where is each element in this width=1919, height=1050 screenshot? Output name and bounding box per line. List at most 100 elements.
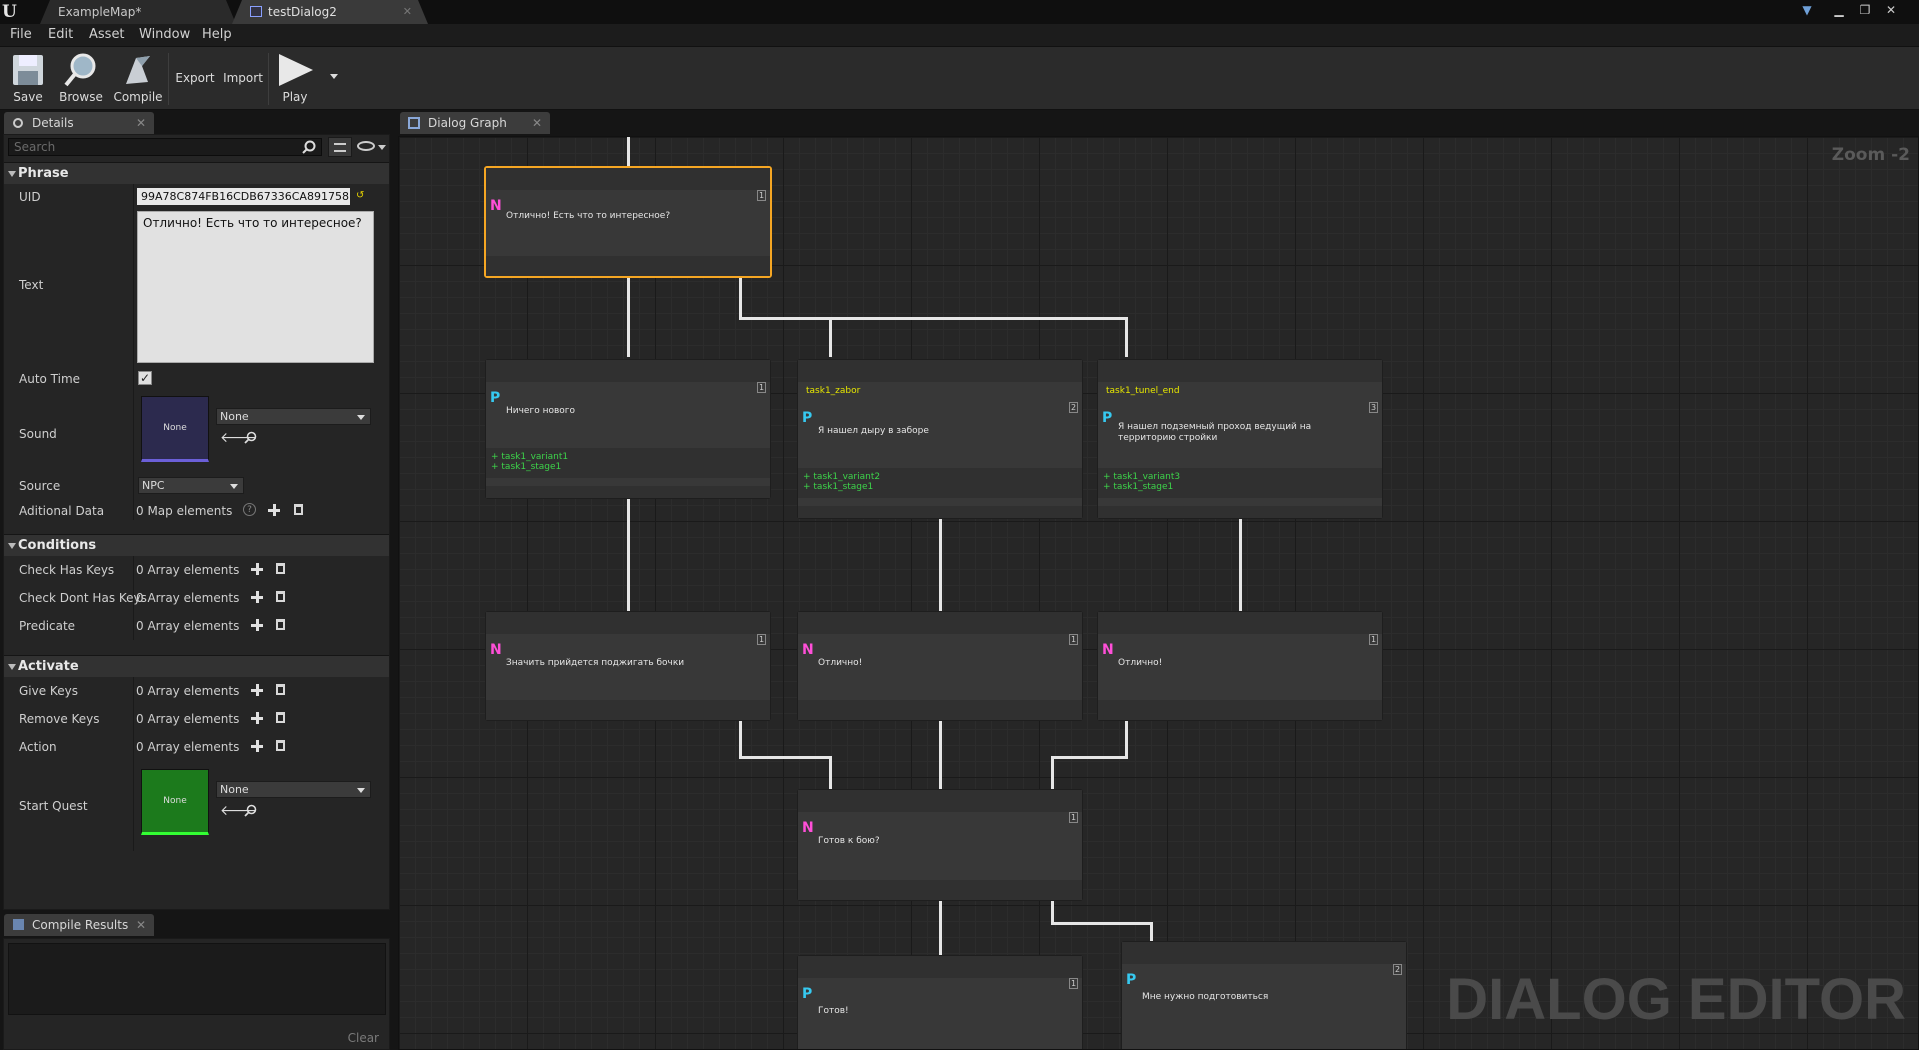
- connection-wire: [1125, 317, 1128, 357]
- graph-node[interactable]: 1 P Готов!: [797, 955, 1083, 1049]
- tab-example-map[interactable]: ExampleMap*: [40, 0, 236, 24]
- source-dropdown[interactable]: NPC: [138, 477, 244, 494]
- section-conditions[interactable]: Conditions: [4, 534, 389, 556]
- minimize-button[interactable]: ▁: [1828, 2, 1850, 18]
- add-element-icon[interactable]: [251, 619, 263, 631]
- trash-icon[interactable]: [276, 712, 285, 723]
- play-options-dropdown[interactable]: [330, 74, 338, 79]
- browse-asset-icon[interactable]: [244, 804, 257, 817]
- text-label: Text: [19, 278, 44, 292]
- condition-text: + task1_variant2: [803, 472, 881, 482]
- help-icon[interactable]: ?: [243, 503, 256, 516]
- node-footer: [798, 506, 1082, 518]
- play-button[interactable]: Play: [272, 51, 318, 107]
- sound-dropdown[interactable]: None: [216, 408, 371, 425]
- player-node-icon: P: [802, 410, 813, 426]
- close-icon[interactable]: ✕: [136, 914, 146, 936]
- browse-button[interactable]: Browse: [56, 51, 106, 107]
- tab-details[interactable]: Details ✕: [4, 112, 154, 134]
- connection-wire: [1125, 720, 1128, 756]
- node-index: 1: [757, 382, 766, 393]
- sound-thumb-label: None: [163, 423, 187, 433]
- view-options-button[interactable]: [328, 137, 352, 157]
- clear-button[interactable]: Clear: [348, 1031, 379, 1045]
- restore-button[interactable]: ❐: [1854, 2, 1876, 18]
- dialog-graph-canvas[interactable]: Zoom -2 DIALOG EDITOR 1 N Отлично! Есть …: [398, 136, 1919, 1050]
- compile-button[interactable]: Compile: [112, 51, 164, 107]
- sound-thumbnail[interactable]: None: [141, 396, 209, 462]
- section-activate[interactable]: Activate: [4, 655, 389, 677]
- import-label: Import: [223, 71, 263, 85]
- graph-node[interactable]: 1 N Отлично!: [797, 611, 1083, 721]
- text-field[interactable]: Отлично! Есть что то интересное?: [137, 211, 374, 363]
- uid-field[interactable]: 99A78C874FB16CDB67336CA891758FF7: [137, 188, 350, 205]
- condition-row: Predicate 0 Array elements: [4, 612, 389, 640]
- activate-value: 0 Array elements: [136, 740, 240, 754]
- add-element-icon[interactable]: [251, 712, 263, 724]
- add-element-icon[interactable]: [268, 504, 280, 516]
- menu-edit[interactable]: Edit: [48, 27, 73, 42]
- menu-bar: File Edit Asset Window Help: [0, 24, 1919, 46]
- close-icon[interactable]: ✕: [403, 0, 412, 24]
- graph-node[interactable]: 2 P Мне нужно подготовиться: [1121, 941, 1407, 1049]
- node-index: 1: [1069, 812, 1078, 823]
- add-element-icon[interactable]: [251, 563, 263, 575]
- reset-icon[interactable]: ↺: [356, 190, 364, 201]
- menu-file[interactable]: File: [10, 27, 32, 42]
- compile-log[interactable]: [8, 943, 386, 1015]
- quest-thumbnail[interactable]: None: [141, 769, 209, 835]
- node-footer: [798, 880, 1082, 900]
- compile-icon: [126, 56, 150, 84]
- tab-dialog-graph[interactable]: Dialog Graph ✕: [400, 112, 550, 134]
- graph-node[interactable]: 1 N Отлично! Есть что то интересное?: [484, 166, 772, 278]
- source-label: Source: [19, 479, 61, 493]
- node-index: 1: [757, 634, 766, 645]
- close-icon[interactable]: ✕: [136, 112, 146, 134]
- graph-node[interactable]: 1 N Отлично!: [1097, 611, 1383, 721]
- player-node-icon: P: [802, 986, 813, 1002]
- graph-node[interactable]: 1 P Ничего нового + task1_variant1 + tas…: [485, 359, 771, 499]
- quest-dropdown[interactable]: None: [216, 781, 371, 798]
- add-element-icon[interactable]: [251, 591, 263, 603]
- menu-asset[interactable]: Asset: [89, 27, 125, 42]
- search-input[interactable]: Search: [8, 138, 322, 156]
- connection-wire: [1051, 922, 1153, 925]
- node-conditions: + task1_variant3 + task1_stage1: [1098, 468, 1382, 498]
- save-button[interactable]: Save: [6, 51, 50, 107]
- npc-node-icon: N: [1102, 642, 1114, 658]
- trash-icon[interactable]: [276, 563, 285, 574]
- close-icon[interactable]: ✕: [532, 112, 542, 134]
- condition-text: + task1_stage1: [491, 462, 562, 472]
- tab-test-dialog[interactable]: testDialog2 ✕: [232, 0, 428, 24]
- trash-icon[interactable]: [276, 619, 285, 630]
- npc-node-icon: N: [490, 198, 502, 214]
- node-index: 2: [1069, 402, 1078, 413]
- section-phrase[interactable]: Phrase: [4, 162, 389, 184]
- notification-icon[interactable]: ▼: [1796, 2, 1818, 18]
- import-button[interactable]: Import: [222, 51, 264, 107]
- trash-icon[interactable]: [276, 684, 285, 695]
- source-row: Source NPC: [4, 472, 389, 498]
- tab-compile-results[interactable]: Compile Results ✕: [4, 914, 154, 936]
- autotime-checkbox[interactable]: ✓: [138, 371, 152, 385]
- save-label: Save: [13, 90, 43, 104]
- player-node-icon: P: [1102, 410, 1113, 426]
- add-element-icon[interactable]: [251, 684, 263, 696]
- node-header: [798, 956, 1082, 978]
- graph-tab-label: Dialog Graph: [428, 116, 507, 130]
- browse-asset-icon[interactable]: [244, 431, 257, 444]
- graph-node[interactable]: task1_zabor 2 P Я нашел дыру в заборе + …: [797, 359, 1083, 519]
- eye-icon[interactable]: [357, 141, 375, 151]
- eye-dropdown[interactable]: [378, 145, 386, 150]
- trash-icon[interactable]: [294, 504, 303, 515]
- graph-node[interactable]: 1 N Готов к бою?: [797, 789, 1083, 901]
- menu-window[interactable]: Window: [139, 27, 190, 42]
- menu-help[interactable]: Help: [202, 27, 232, 42]
- trash-icon[interactable]: [276, 740, 285, 751]
- graph-node[interactable]: task1_tunel_end 3 P Я нашел подземный пр…: [1097, 359, 1383, 519]
- export-button[interactable]: Export: [174, 51, 216, 107]
- close-window-button[interactable]: ✕: [1880, 2, 1902, 18]
- graph-node[interactable]: 1 N Значить прийдется поджигать бочки: [485, 611, 771, 721]
- add-element-icon[interactable]: [251, 740, 263, 752]
- trash-icon[interactable]: [276, 591, 285, 602]
